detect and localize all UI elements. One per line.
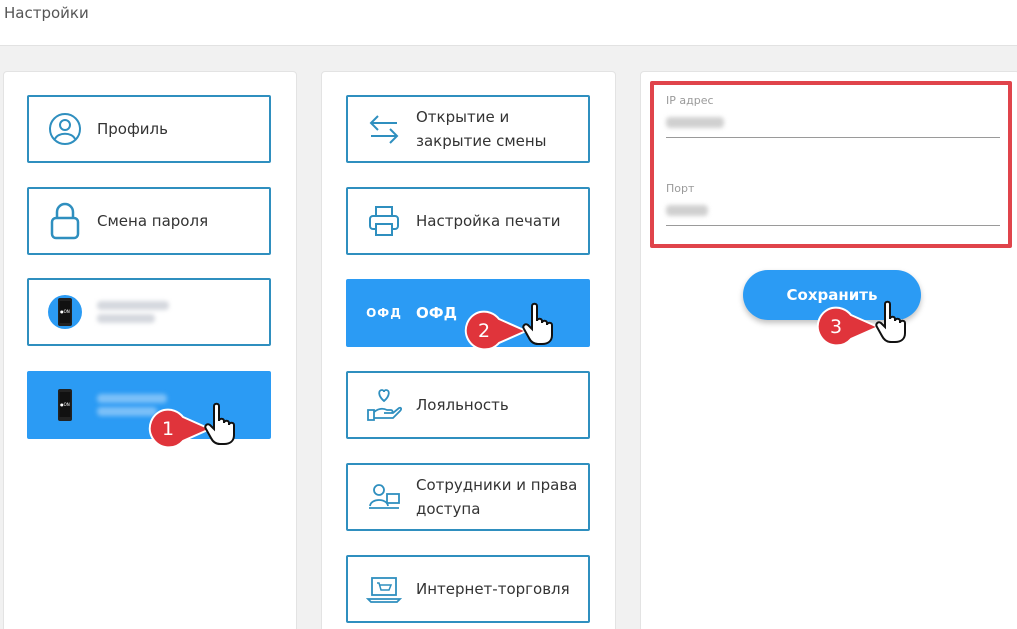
menu-item-label: Сотрудники и права доступа [416, 476, 578, 518]
menu-item-device-1[interactable]: ●ON [27, 278, 271, 346]
menu-item-profile[interactable]: Профиль [27, 95, 271, 163]
lock-icon [47, 202, 83, 240]
menu-item-label: Профиль [97, 120, 168, 138]
menu-item-label: Открытие и закрытие смены [416, 108, 547, 150]
ip-address-value-blurred [666, 117, 724, 128]
ip-address-field[interactable]: IP адрес [666, 94, 1000, 138]
callout-number: 1 [161, 418, 175, 440]
menu-item-label-blurred [97, 297, 261, 327]
ofd-icon: ОФД [366, 306, 402, 320]
port-field[interactable]: Порт [666, 182, 1000, 226]
port-underline [666, 225, 1000, 226]
menu-item-employees[interactable]: Сотрудники и права доступа [346, 463, 590, 531]
header: Настройки [0, 0, 1017, 46]
printer-icon [366, 203, 402, 239]
hand-cursor-icon [204, 402, 235, 445]
svg-text:●ON: ●ON [60, 309, 70, 314]
ip-address-label: IP адрес [666, 94, 714, 107]
phone-icon: ●ON [47, 387, 83, 423]
callout-number: 2 [477, 320, 491, 342]
port-label: Порт [666, 182, 695, 195]
menu-item-print-settings[interactable]: Настройка печати [346, 187, 590, 255]
callout-number: 3 [829, 316, 843, 338]
menu-item-shift[interactable]: Открытие и закрытие смены [346, 95, 590, 163]
menu-item-label: Интернет-торговля [416, 580, 570, 598]
menu-item-label: Настройка печати [416, 212, 561, 230]
menu-item-online-trade[interactable]: Интернет-торговля [346, 555, 590, 623]
hand-cursor-icon [875, 300, 906, 343]
profile-icon [47, 111, 83, 147]
loyalty-hand-heart-icon [366, 387, 402, 423]
employees-icon [366, 479, 402, 515]
phone-icon: ●ON [47, 294, 83, 330]
hand-cursor-icon [522, 302, 553, 345]
page-title: Настройки [4, 4, 89, 22]
svg-text:●ON: ●ON [60, 402, 70, 407]
menu-item-label: Лояльность [416, 396, 509, 414]
menu-item-loyalty[interactable]: Лояльность [346, 371, 590, 439]
laptop-cart-icon [366, 571, 402, 607]
ip-address-underline [666, 137, 1000, 138]
arrows-swap-icon [366, 111, 402, 147]
menu-item-change-password[interactable]: Смена пароля [27, 187, 271, 255]
port-value-blurred [666, 205, 708, 216]
menu-item-label: Смена пароля [97, 212, 209, 230]
